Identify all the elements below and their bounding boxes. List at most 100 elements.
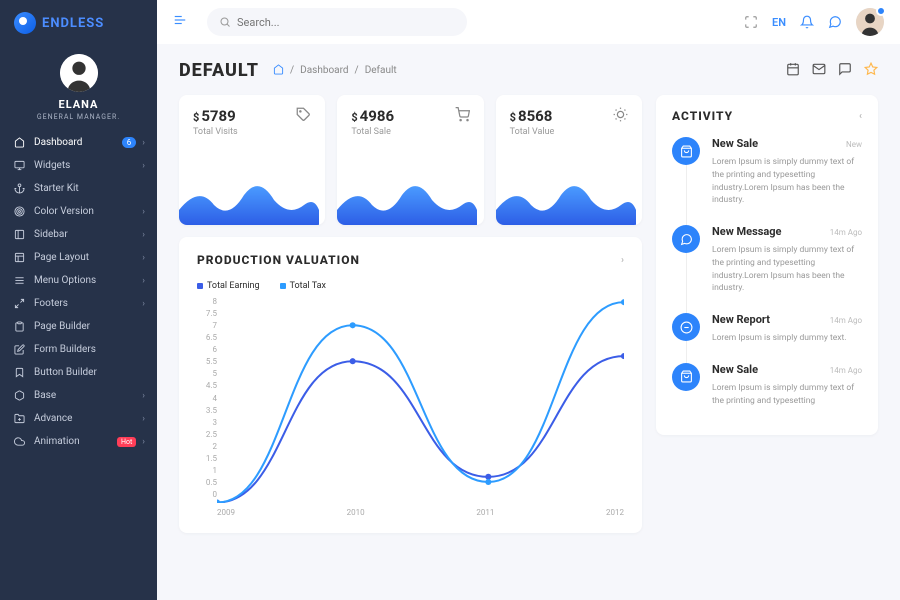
activity-title: ACTIVITY xyxy=(672,109,733,123)
sidebar-item-label: Sidebar xyxy=(34,229,142,240)
sidebar-item-footers[interactable]: Footers› xyxy=(0,292,157,315)
sidebar-item-button-builder[interactable]: Button Builder xyxy=(0,361,157,384)
menu-icon xyxy=(12,275,26,286)
activity-title: New Sale xyxy=(712,363,758,376)
activity-text: Lorem Ipsum is simply dummy text of the … xyxy=(712,382,862,408)
sidebar-item-page-builder[interactable]: Page Builder xyxy=(0,315,157,338)
page-header: DEFAULT / Dashboard / Default xyxy=(157,44,900,87)
sidebar-item-menu-options[interactable]: Menu Options› xyxy=(0,269,157,292)
sidebar: ENDLESS ELANA GENERAL MANAGER. Dashboard… xyxy=(0,0,157,600)
activity-title: New Report xyxy=(712,313,770,326)
chevron-right-icon: › xyxy=(142,253,145,263)
badge: 6 xyxy=(122,137,137,148)
bookmark-icon xyxy=(12,367,26,378)
stat-value: $5789 xyxy=(193,107,238,125)
stat-card[interactable]: $5789 Total Visits xyxy=(179,95,325,225)
brand-icon xyxy=(14,12,36,34)
stat-value: $4986 xyxy=(351,107,394,125)
minus-icon xyxy=(672,313,700,341)
activity-item[interactable]: New Sale14m AgoLorem Ipsum is simply dum… xyxy=(672,363,862,408)
sidebar-item-page-layout[interactable]: Page Layout› xyxy=(0,246,157,269)
calendar-icon[interactable] xyxy=(786,62,800,79)
target-icon xyxy=(12,206,26,217)
sidebar-item-starter-kit[interactable]: Starter Kit xyxy=(0,177,157,200)
sidebar-item-sidebar[interactable]: Sidebar› xyxy=(0,223,157,246)
profile-role: GENERAL MANAGER. xyxy=(0,113,157,121)
menu-toggle-icon[interactable] xyxy=(173,13,187,31)
stat-label: Total Value xyxy=(510,127,555,137)
user-avatar-button[interactable] xyxy=(856,8,884,36)
activity-time: 14m Ago xyxy=(830,228,862,237)
bell-icon[interactable] xyxy=(800,15,814,29)
brand-text: ENDLESS xyxy=(42,16,104,31)
sidebar-item-label: Dashboard xyxy=(34,137,122,148)
activity-title: New Sale xyxy=(712,137,758,150)
home-icon[interactable] xyxy=(273,64,284,78)
sidebar-item-form-builders[interactable]: Form Builders xyxy=(0,338,157,361)
mail-icon[interactable] xyxy=(812,62,826,79)
activity-text: Lorem Ipsum is simply dummy text. xyxy=(712,332,862,345)
monitor-icon xyxy=(12,160,26,171)
stat-label: Total Visits xyxy=(193,127,238,137)
sidebar-item-label: Advance xyxy=(34,413,142,424)
profile-name: ELANA xyxy=(0,98,157,111)
sidebar-item-color-version[interactable]: Color Version› xyxy=(0,200,157,223)
sidebar-item-label: Widgets xyxy=(34,160,142,171)
chevron-right-icon: › xyxy=(142,391,145,401)
chevron-right-icon: › xyxy=(142,437,145,447)
chevron-right-icon: › xyxy=(142,299,145,309)
sidebar-item-base[interactable]: Base› xyxy=(0,384,157,407)
nav: Dashboard6›Widgets›Starter KitColor Vers… xyxy=(0,131,157,600)
activity-item[interactable]: New Message14m AgoLorem Ipsum is simply … xyxy=(672,225,862,295)
main: EN DEFAULT / Dashboard / Default xyxy=(157,0,900,600)
stat-card[interactable]: $8568Total Value xyxy=(496,95,642,225)
breadcrumb-item[interactable]: Dashboard xyxy=(300,65,348,76)
sidebar-item-label: Footers xyxy=(34,298,142,309)
legend-dot xyxy=(280,283,286,289)
profile-card: ELANA GENERAL MANAGER. xyxy=(0,46,157,131)
chat-icon[interactable] xyxy=(828,15,842,29)
production-panel: PRODUCTION VALUATION › Total EarningTota… xyxy=(179,237,642,533)
sidebar-item-advance[interactable]: Advance› xyxy=(0,407,157,430)
search-box[interactable] xyxy=(207,8,467,36)
breadcrumb: / Dashboard / Default xyxy=(273,64,397,78)
search-input[interactable] xyxy=(237,16,455,29)
topbar: EN xyxy=(157,0,900,44)
sidebar-item-animation[interactable]: AnimationHot› xyxy=(0,430,157,453)
activity-item[interactable]: New SaleNewLorem Ipsum is simply dummy t… xyxy=(672,137,862,207)
maximize-icon[interactable] xyxy=(744,15,758,29)
panel-menu-icon[interactable]: › xyxy=(621,255,624,266)
status-dot xyxy=(876,6,886,16)
sidebar-item-label: Starter Kit xyxy=(34,183,145,194)
legend-dot xyxy=(197,283,203,289)
edit-icon xyxy=(12,344,26,355)
legend-label: Total Earning xyxy=(207,281,260,291)
activity-time: 14m Ago xyxy=(830,316,862,325)
activity-text: Lorem Ipsum is simply dummy text of the … xyxy=(712,156,862,207)
chevron-right-icon: › xyxy=(142,230,145,240)
stat-card[interactable]: $4986Total Sale xyxy=(337,95,483,225)
folder-plus-icon xyxy=(12,413,26,424)
activity-title: New Message xyxy=(712,225,782,238)
sidebar-item-label: Color Version xyxy=(34,206,142,217)
badge: Hot xyxy=(117,437,136,447)
arrows-icon xyxy=(12,298,26,309)
activity-collapse-icon[interactable]: ‹ xyxy=(859,111,862,122)
sidebar-item-widgets[interactable]: Widgets› xyxy=(0,154,157,177)
language-selector[interactable]: EN xyxy=(772,16,786,29)
sidebar-item-label: Form Builders xyxy=(34,344,145,355)
sun-icon xyxy=(613,107,628,125)
activity-item[interactable]: New Report 14m Ago Lorem Ipsum is simply d… xyxy=(672,313,862,345)
message-icon[interactable] xyxy=(838,62,852,79)
sidebar-item-label: Base xyxy=(34,390,142,401)
sidebar-item-label: Menu Options xyxy=(34,275,142,286)
brand-logo[interactable]: ENDLESS xyxy=(0,0,157,46)
profile-avatar[interactable] xyxy=(60,54,98,92)
bookmark-star-icon[interactable] xyxy=(864,62,878,79)
chevron-right-icon: › xyxy=(142,276,145,286)
sidebar-item-label: Page Layout xyxy=(34,252,142,263)
box-icon xyxy=(12,390,26,401)
chevron-right-icon: › xyxy=(142,161,145,171)
sidebar-item-dashboard[interactable]: Dashboard6› xyxy=(0,131,157,154)
production-chart: 87.576.565.554.543.532.521.510.50 200920… xyxy=(197,297,624,517)
